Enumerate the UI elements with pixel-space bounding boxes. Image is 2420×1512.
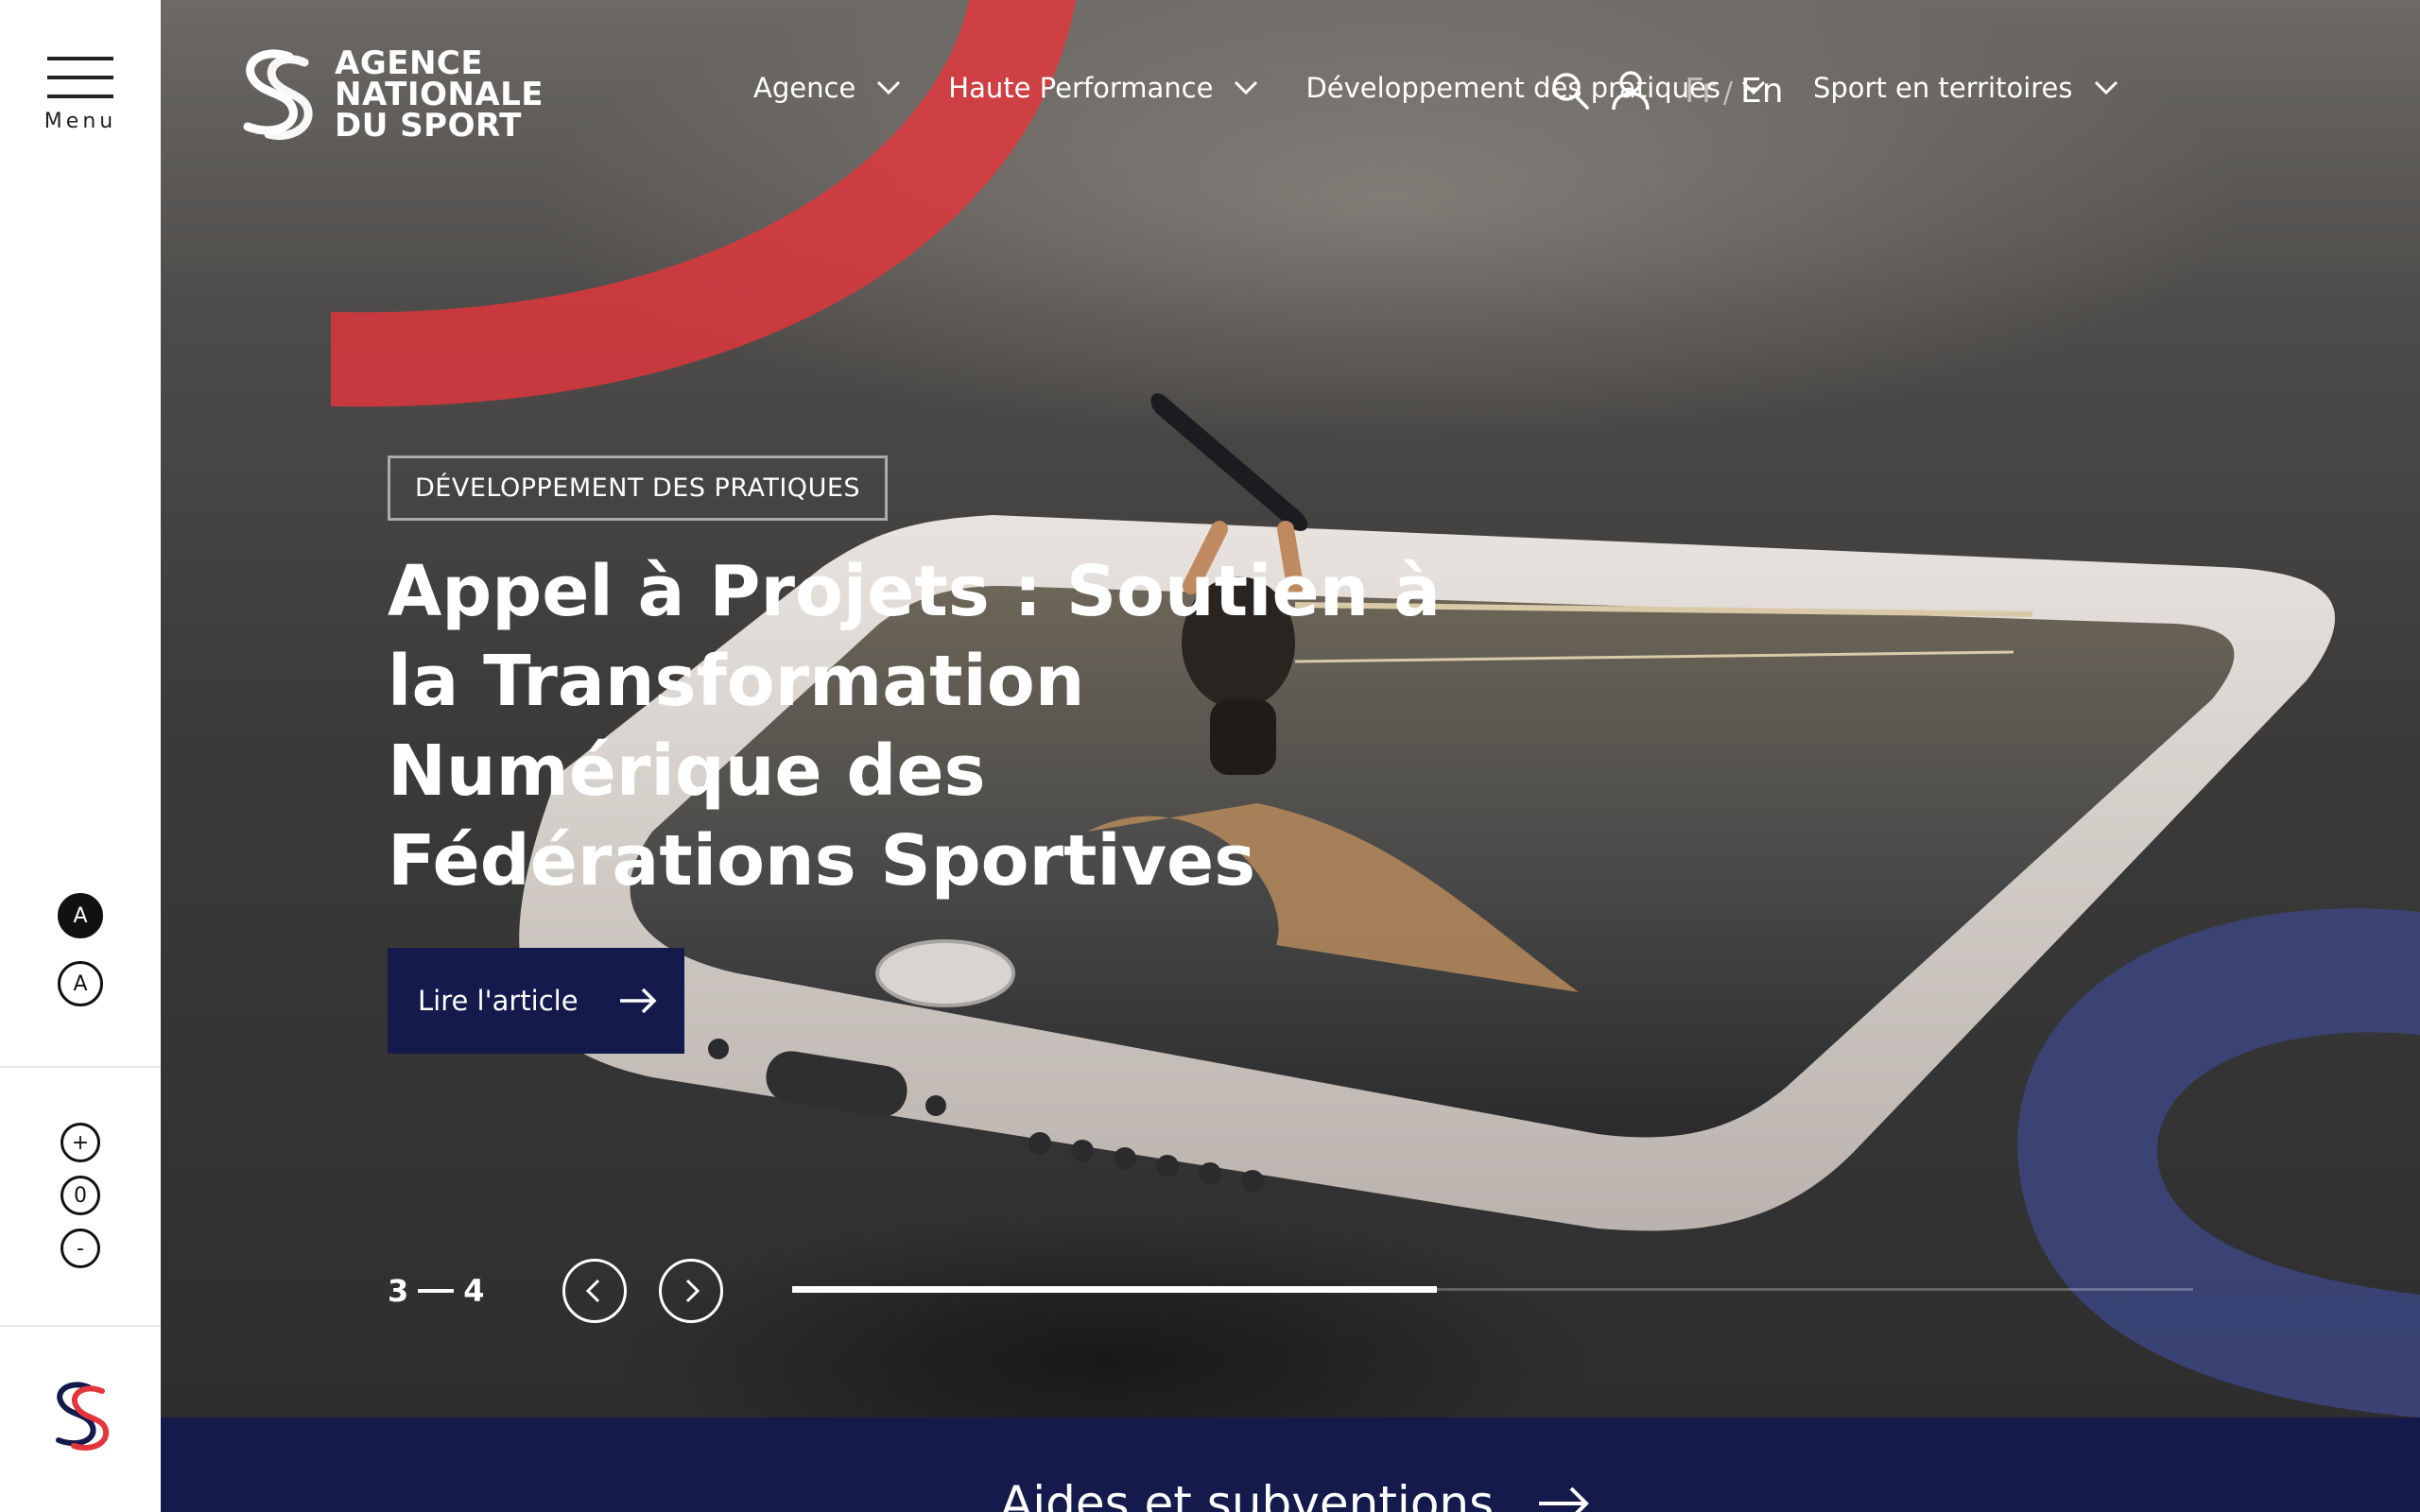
prev-slide-button[interactable] [562,1259,627,1323]
next-slide-button[interactable] [658,1259,723,1323]
slide-current: 3 [388,1273,409,1309]
aids-band: Aides et subventions [161,1418,2420,1512]
aids-link[interactable]: Aides et subventions [1000,1476,1590,1512]
counter-dash [418,1289,455,1293]
nav-item-sport-territoires[interactable]: Sport en territoires [1813,72,2118,104]
normal-contrast-button[interactable]: A [58,961,103,1006]
contrast-controls: A A [0,893,161,1006]
slide-title: Appel à Projets : Soutien à la Transform… [388,551,1442,902]
rail-divider [0,1066,161,1068]
lang-fr-link[interactable]: Fr [1685,72,1716,111]
menu-button[interactable]: Menu [0,0,161,156]
nav-label: Haute Performance [948,72,1214,104]
chevron-down-icon [877,80,901,95]
zoom-reset-button[interactable]: 0 [60,1176,100,1215]
high-contrast-button[interactable]: A [58,893,103,938]
zoom-controls: + 0 - [0,1123,161,1268]
logo-line: NATIONALE [335,75,544,113]
main-nav: Agence Haute Performance Développement d… [753,72,2118,104]
chevron-down-icon [2094,80,2118,95]
category-tag[interactable]: DÉVELOPPEMENT DES PRATIQUES [388,455,889,521]
slider-controls: 3 4 [388,1259,2203,1323]
logo-line: DU SPORT [335,106,522,145]
search-icon[interactable] [1550,71,1590,111]
cta-label: Lire l'article [418,985,579,1017]
lang-separator: / [1722,76,1733,110]
chevron-left-icon [585,1279,599,1303]
chevron-down-icon [1235,80,1258,95]
slide-total: 4 [463,1273,485,1309]
menu-label: Menu [43,110,117,133]
lang-en-link[interactable]: En [1740,72,1784,111]
ans-logo-mark[interactable] [47,1378,115,1453]
slide-progress-track[interactable] [792,1286,2193,1293]
nav-item-agence[interactable]: Agence [753,72,901,104]
ans-logo-icon [243,49,313,140]
zoom-out-button[interactable]: - [60,1228,100,1268]
logo-line: AGENCE [335,43,484,82]
read-article-button[interactable]: Lire l'article [388,948,684,1054]
nav-label: Sport en territoires [1812,72,2073,104]
nav-label: Agence [753,72,856,104]
zoom-in-button[interactable]: + [60,1123,100,1162]
site-header: AGENCE NATIONALE DU SPORT Agence Haute P… [161,0,2420,189]
arrow-right-icon [1539,1486,1589,1512]
slide-counter: 3 4 [388,1273,485,1309]
side-rail: Menu A A + 0 - [0,0,161,1512]
blue-s-deco [2017,908,2420,1418]
user-icon[interactable] [1611,70,1651,112]
site-logo[interactable]: AGENCE NATIONALE DU SPORT [234,45,544,144]
hamburger-icon [47,57,113,98]
language-switcher: Fr / En [1685,72,1784,111]
slide-content: DÉVELOPPEMENT DES PRATIQUES Appel à Proj… [388,455,1522,1054]
rail-divider [0,1325,161,1327]
header-tools: Fr / En [1550,70,1784,112]
nav-item-haute-performance[interactable]: Haute Performance [948,72,1258,104]
arrow-right-icon [619,988,657,1014]
chevron-right-icon [685,1279,700,1303]
aids-link-label: Aides et subventions [1000,1476,1495,1512]
slide-progress-fill [792,1286,1437,1293]
